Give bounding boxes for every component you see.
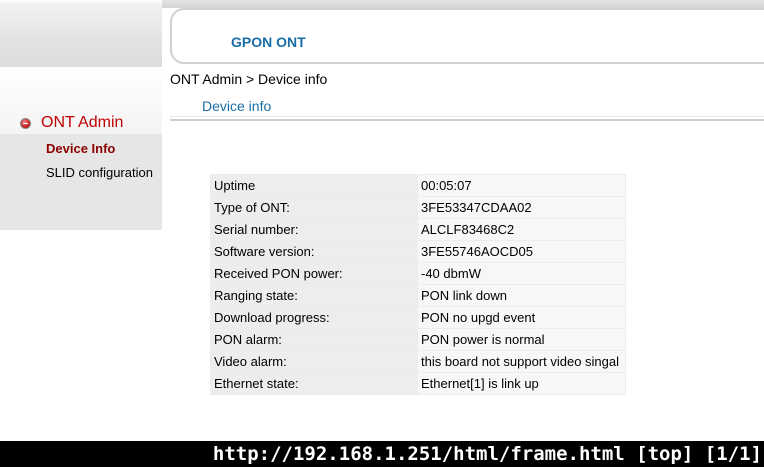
row-label: Software version: [210,240,418,263]
row-value: -40 dbmW [417,262,626,285]
table-row: Received PON power: -40 dbmW [210,262,626,285]
section-title: Device info [202,98,272,114]
sidebar-header-panel [0,0,162,67]
section-divider [170,116,764,121]
row-value: 3FE55746AOCD05 [417,240,626,263]
page-title: GPON ONT [231,34,306,50]
status-bar: http://192.168.1.251/html/frame.html [to… [0,441,764,467]
breadcrumb: ONT Admin > Device info [170,71,328,87]
row-label: Ranging state: [210,284,418,307]
row-value: 00:05:07 [417,174,626,197]
table-row: Serial number: ALCLF83468C2 [210,218,626,241]
row-value: PON no upgd event [417,306,626,329]
row-label: Serial number: [210,218,418,241]
row-value: ALCLF83468C2 [417,218,626,241]
table-row: Uptime 00:05:07 [210,174,626,197]
table-row: Video alarm: this board not support vide… [210,350,626,373]
row-label: PON alarm: [210,328,418,351]
table-row: Software version: 3FE55746AOCD05 [210,240,626,263]
collapse-bullet-icon[interactable] [20,117,31,129]
row-value: PON power is normal [417,328,626,351]
row-label: Ethernet state: [210,372,418,395]
table-row: Type of ONT: 3FE53347CDAA02 [210,196,626,219]
row-value: this board not support video singal [417,350,626,373]
table-row: Download progress: PON no upgd event [210,306,626,329]
header-band [162,0,764,8]
sidebar-item-device-info[interactable]: Device Info [46,141,115,156]
table-row: PON alarm: PON power is normal [210,328,626,351]
row-value: Ethernet[1] is link up [417,372,626,395]
status-url: http://192.168.1.251/html/frame.html [to… [212,443,762,465]
table-row: Ethernet state: Ethernet[1] is link up [210,372,626,395]
row-label: Download progress: [210,306,418,329]
row-label: Type of ONT: [210,196,418,219]
row-label: Uptime [210,174,418,197]
row-label: Received PON power: [210,262,418,285]
row-value: 3FE53347CDAA02 [417,196,626,219]
sidebar-menu-ont-admin[interactable]: ONT Admin [20,114,123,132]
sidebar-item-slid-configuration[interactable]: SLID configuration [46,165,153,180]
row-label: Video alarm: [210,350,418,373]
sidebar-menu-label[interactable]: ONT Admin [41,114,123,132]
table-row: Ranging state: PON link down [210,284,626,307]
device-info-table: Uptime 00:05:07 Type of ONT: 3FE53347CDA… [210,174,626,395]
row-value: PON link down [417,284,626,307]
sidebar: ONT Admin Device Info SLID configuration [0,0,162,230]
